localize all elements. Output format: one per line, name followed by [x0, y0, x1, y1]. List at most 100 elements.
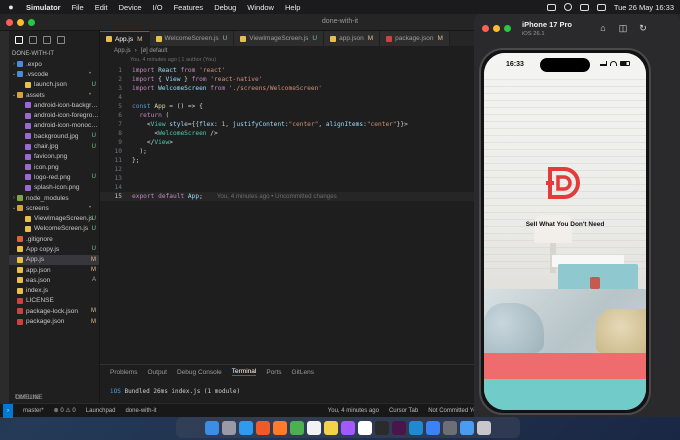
- notion-icon[interactable]: [358, 420, 372, 435]
- slack-icon[interactable]: [392, 420, 406, 435]
- explorer-icon[interactable]: [15, 35, 23, 44]
- tree-item[interactable]: app.json M: [9, 265, 99, 275]
- vscode-icon[interactable]: [409, 420, 423, 435]
- codelens-blame[interactable]: You, 4 minutes ago | 1 author (You): [130, 57, 216, 63]
- menu-window[interactable]: Window: [247, 3, 274, 12]
- tree-item[interactable]: index.js: [9, 286, 99, 296]
- home-icon[interactable]: ⌂: [598, 23, 608, 33]
- editor-tab[interactable]: package.json M: [380, 31, 450, 46]
- menu-help[interactable]: Help: [285, 3, 300, 12]
- tree-item[interactable]: › .expo: [9, 59, 99, 69]
- firefox-icon[interactable]: [273, 420, 287, 435]
- tree-item[interactable]: favicon.png: [9, 152, 99, 162]
- tree-item-label: index.js: [26, 287, 49, 295]
- remote-indicator-icon[interactable]: ›: [3, 403, 13, 418]
- tree-item[interactable]: android-icon-monochr...: [9, 121, 99, 131]
- finder2-icon[interactable]: [460, 420, 474, 435]
- menu-features[interactable]: Features: [174, 3, 204, 12]
- terminal-icon[interactable]: [375, 420, 389, 435]
- status-item[interactable]: Not Committed Yet: [428, 408, 478, 414]
- menu-debug[interactable]: Debug: [214, 3, 236, 12]
- panel-tab[interactable]: Output: [147, 369, 167, 376]
- notes-icon[interactable]: [324, 420, 338, 435]
- search-icon[interactable]: [579, 3, 589, 11]
- line-number: 13: [114, 175, 122, 182]
- status-item[interactable]: You, 4 minutes ago: [328, 408, 379, 414]
- menu-clock[interactable]: Tue 26 May 16:33: [614, 3, 674, 12]
- login-button-area[interactable]: [484, 353, 646, 379]
- status-item[interactable]: Cursor Tab: [389, 408, 418, 414]
- figma-icon[interactable]: [341, 420, 355, 435]
- git-branch[interactable]: master*: [23, 408, 44, 414]
- tree-item[interactable]: ⌄ assets •: [9, 90, 99, 100]
- simulator-minimize-button[interactable]: [493, 25, 500, 32]
- workspace-status[interactable]: done-with-it: [125, 408, 156, 414]
- apple-menu-icon[interactable]: ●: [6, 2, 16, 12]
- rotate-icon[interactable]: ↻: [638, 23, 648, 33]
- panel-tab[interactable]: Problems: [110, 369, 137, 376]
- file-icon: [17, 256, 23, 263]
- tree-item[interactable]: icon.png: [9, 162, 99, 172]
- tree-item[interactable]: ViewImageScreen.js U: [9, 213, 99, 223]
- editor-tab[interactable]: ViewImageScreen.js U: [234, 31, 325, 46]
- tree-item[interactable]: background.jpg U: [9, 131, 99, 141]
- tree-item[interactable]: .gitignore: [9, 234, 99, 244]
- breadcrumb-item[interactable]: [ø] default: [141, 48, 168, 54]
- tree-item[interactable]: ⌄ .vscode •: [9, 69, 99, 79]
- app-screen[interactable]: 16:33 Sell What You Don't Need: [484, 53, 646, 410]
- menu-edit[interactable]: Edit: [95, 3, 108, 12]
- tree-item[interactable]: android-icon-foregrou...: [9, 110, 99, 120]
- tree-item[interactable]: eas.json A: [9, 275, 99, 285]
- problems-count[interactable]: ⊗ 0 ⚠ 0: [54, 407, 76, 414]
- menu-device[interactable]: Device: [119, 3, 142, 12]
- finder-icon[interactable]: [205, 420, 219, 435]
- editor-tab[interactable]: App.js M: [100, 31, 150, 46]
- tree-item[interactable]: android-icon-backgro...: [9, 100, 99, 110]
- tree-item[interactable]: launch.json U: [9, 80, 99, 90]
- editor-tab[interactable]: app.json M: [324, 31, 381, 46]
- chrome-icon[interactable]: [290, 420, 304, 435]
- tree-item[interactable]: App.js M: [9, 254, 99, 265]
- panel-tab[interactable]: GitLens: [292, 369, 314, 376]
- register-button-area[interactable]: [484, 379, 646, 410]
- panel-tab[interactable]: Ports: [266, 369, 281, 376]
- search-view-icon[interactable]: [29, 35, 37, 44]
- wifi-icon[interactable]: [563, 3, 572, 11]
- panel-tab[interactable]: Terminal: [231, 368, 257, 376]
- menu-io[interactable]: I/O: [153, 3, 163, 12]
- simulator-icon[interactable]: [443, 420, 457, 435]
- line-number: 4: [118, 94, 122, 101]
- simulator-close-button[interactable]: [482, 25, 489, 32]
- chatgpt-icon[interactable]: [307, 420, 321, 435]
- control-center-icon[interactable]: [596, 3, 606, 11]
- tree-item[interactable]: package-lock.json M: [9, 306, 99, 316]
- explorer-project-title[interactable]: DONE-WITH-IT: [9, 48, 99, 59]
- tree-item[interactable]: WelcomeScreen.js U: [9, 224, 99, 234]
- tree-item[interactable]: logo-red.png U: [9, 172, 99, 182]
- tree-item[interactable]: splash-icon.png: [9, 183, 99, 193]
- safari-icon[interactable]: [239, 420, 253, 435]
- editor-tab[interactable]: WelcomeScreen.js U: [149, 31, 235, 46]
- brave-icon[interactable]: [256, 420, 270, 435]
- tree-item[interactable]: ⌄ screens •: [9, 203, 99, 213]
- screenshot-icon[interactable]: ◫: [618, 23, 628, 33]
- breadcrumb-item[interactable]: ›: [135, 48, 137, 54]
- trash-icon[interactable]: [477, 420, 491, 435]
- tree-item[interactable]: › node_modules: [9, 193, 99, 203]
- launchpad-icon[interactable]: [222, 420, 236, 435]
- source-control-icon[interactable]: [43, 35, 51, 44]
- tree-item[interactable]: package.json M: [9, 316, 99, 326]
- run-debug-icon[interactable]: [57, 35, 65, 44]
- tree-item[interactable]: chair.jpg U: [9, 141, 99, 151]
- tree-item[interactable]: App copy.js U: [9, 244, 99, 254]
- mail-icon[interactable]: [426, 420, 440, 435]
- battery-icon[interactable]: [546, 3, 556, 11]
- menu-file[interactable]: File: [72, 3, 84, 12]
- launchpad-status[interactable]: Launchpad: [86, 408, 116, 414]
- menu-app-name[interactable]: Simulator: [26, 3, 61, 12]
- simulator-zoom-button[interactable]: [504, 25, 511, 32]
- panel-tab[interactable]: Debug Console: [177, 369, 222, 376]
- tree-item[interactable]: LICENSE: [9, 296, 99, 306]
- timeline-section[interactable]: TIMELINE: [9, 395, 100, 401]
- breadcrumb-item[interactable]: App.js: [114, 48, 131, 54]
